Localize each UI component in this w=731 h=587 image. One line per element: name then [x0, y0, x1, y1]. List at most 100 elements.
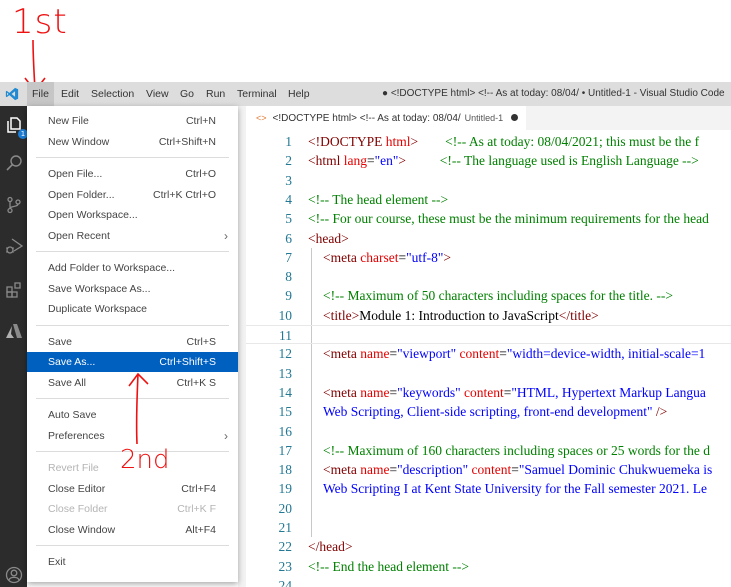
menu-item-label: Close Editor	[48, 482, 106, 495]
menu-item-exit[interactable]: Exit	[27, 552, 238, 572]
menu-file[interactable]: File	[27, 82, 54, 106]
sidebar-edge	[238, 106, 246, 587]
menu-item-open-recent[interactable]: Open Recent ›	[27, 226, 238, 246]
menu-item-save-workspace-as[interactable]: Save Workspace As...	[27, 279, 238, 299]
code-token: <!-- Maximum of 50 characters including …	[323, 288, 673, 304]
code-line[interactable]: 6 <head>	[246, 229, 731, 248]
code-line[interactable]: 14 <meta name="keywords" content="HTML, H…	[246, 383, 731, 402]
code-line[interactable]: 5 <!-- For our course, these must be the …	[246, 209, 731, 228]
code-token: </title>	[558, 307, 599, 323]
menu-item-shortcut: Ctrl+K F	[177, 503, 216, 515]
extensions-icon[interactable]	[5, 281, 23, 299]
vscode-logo-icon	[5, 87, 19, 101]
code-line[interactable]: 10 <title>Module 1: Introduction to JavaS…	[246, 306, 731, 325]
code-token: =	[389, 462, 398, 478]
menu-item-label: Save Workspace As...	[48, 282, 151, 295]
code-token: name	[360, 346, 390, 362]
menu-item-add-folder-to-workspace[interactable]: Add Folder to Workspace...	[27, 258, 238, 278]
code-editor[interactable]: 1 <!DOCTYPE html> <!-- As at today: 08/04…	[246, 130, 731, 587]
source-control-icon[interactable]	[5, 196, 23, 214]
code-line[interactable]: 20	[246, 499, 731, 518]
code-token: >	[443, 249, 451, 265]
menu-item-close-folder: Close Folder Ctrl+K F	[27, 499, 238, 519]
code-token: name	[360, 384, 390, 400]
code-text: <!-- For our course, these must be the m…	[308, 209, 709, 228]
menu-item-new-window[interactable]: New Window Ctrl+Shift+N	[27, 132, 238, 152]
menu-item-new-file[interactable]: New File Ctrl+N	[27, 111, 238, 131]
menu-go[interactable]: Go	[175, 82, 199, 106]
code-line[interactable]: 4 <!-- The head element -->	[246, 190, 731, 209]
tab-untitled-1[interactable]: <> <!DOCTYPE html> <!-- As at today: 08/0…	[246, 106, 527, 130]
code-text: <meta name="description" content="Samuel…	[323, 460, 712, 479]
code-line[interactable]: 21	[246, 518, 731, 537]
code-line[interactable]: 9 <!-- Maximum of 50 characters including…	[246, 286, 731, 305]
code-line[interactable]: 19 Web Scripting I at Kent State Universi…	[246, 479, 731, 498]
code-line[interactable]: 24	[246, 576, 731, 587]
menu-item-open-folder[interactable]: Open Folder... Ctrl+K Ctrl+O	[27, 185, 238, 205]
code-line[interactable]: 12 <meta name="viewport" content="width=d…	[246, 344, 731, 363]
menu-item-label: Save	[48, 335, 72, 348]
menu-item-duplicate-workspace[interactable]: Duplicate Workspace	[27, 299, 238, 319]
menu-item-save[interactable]: Save Ctrl+S	[27, 332, 238, 352]
line-number: 20	[278, 500, 293, 516]
code-line[interactable]: 18 <meta name="description" content="Samu…	[246, 460, 731, 479]
code-token: <!-- As at today: 08/04/2021; this must …	[445, 134, 700, 149]
code-text: <!-- Maximum of 160 characters including…	[323, 441, 710, 460]
code-line[interactable]: 13	[246, 364, 731, 383]
menu-item-open-file[interactable]: Open File... Ctrl+O	[27, 164, 238, 184]
code-line[interactable]: 16	[246, 422, 731, 441]
code-line[interactable]: 3	[246, 171, 731, 190]
menu-item-close-window[interactable]: Close Window Alt+F4	[27, 520, 238, 540]
menu-terminal[interactable]: Terminal	[232, 82, 282, 106]
line-number: 18	[278, 462, 293, 478]
code-line[interactable]: 8	[246, 267, 731, 286]
code-token: <!DOCTYPE	[308, 134, 386, 149]
code-token: "keywords"	[397, 384, 464, 400]
menu-view[interactable]: View	[141, 82, 174, 106]
menu-item-open-workspace[interactable]: Open Workspace...	[27, 205, 238, 225]
line-number: 5	[285, 211, 292, 227]
menu-item-shortcut: Ctrl+F4	[181, 482, 216, 495]
menu-item-label: Auto Save	[48, 409, 97, 421]
menu-item-save-as[interactable]: Save As... Ctrl+Shift+S	[27, 352, 238, 372]
code-line[interactable]: 11	[246, 325, 731, 345]
line-number: 24	[278, 577, 293, 587]
code-line[interactable]: 15 Web Scripting, Client-side scripting, …	[246, 402, 731, 421]
menu-separator	[36, 251, 229, 252]
menu-item-shortcut: Ctrl+S	[186, 335, 216, 348]
code-token: "en"	[374, 153, 399, 169]
code-token: "Samuel Dominic Chukwuemeka is	[518, 462, 713, 478]
menu-selection[interactable]: Selection	[86, 82, 139, 106]
line-number: 11	[279, 328, 292, 343]
tab-bar: <> <!DOCTYPE html> <!-- As at today: 08/0…	[246, 106, 731, 130]
menu-run[interactable]: Run	[201, 82, 230, 106]
account-icon[interactable]	[5, 566, 23, 584]
code-token: =	[389, 346, 398, 362]
azure-icon[interactable]	[5, 322, 23, 340]
line-number: 3	[285, 172, 292, 188]
line-number: 12	[278, 346, 293, 362]
menu-item-close-editor[interactable]: Close Editor Ctrl+F4	[27, 479, 238, 499]
line-number: 2	[285, 153, 292, 169]
line-number: 17	[278, 442, 293, 458]
code-text: <head>	[308, 229, 349, 248]
unsaved-dot-icon[interactable]	[511, 113, 519, 121]
annotation-area: 1st	[0, 0, 731, 93]
code-line[interactable]: 1 <!DOCTYPE html> <!-- As at today: 08/04…	[246, 132, 731, 151]
code-line[interactable]: 23 <!-- End the head element -->	[246, 557, 731, 576]
code-token: content	[471, 462, 512, 478]
run-debug-icon[interactable]	[5, 237, 23, 255]
code-token: >	[410, 134, 419, 149]
menu-item-shortcut: Ctrl+K S	[176, 376, 216, 389]
code-line[interactable]: 22 </head>	[246, 537, 731, 556]
code-token: <!-- End the head element -->	[308, 558, 470, 574]
file-menu: New File Ctrl+N New Window Ctrl+Shift+N Open…	[27, 106, 238, 582]
code-line[interactable]: 17 <!-- Maximum of 160 characters includi…	[246, 441, 731, 460]
code-line[interactable]: 7 <meta charset="utf-8">	[246, 248, 731, 267]
menu-help[interactable]: Help	[283, 82, 315, 106]
search-icon[interactable]	[5, 154, 23, 172]
code-line[interactable]: 2 <html lang="en"> <!-- The language used…	[246, 151, 731, 170]
menu-edit[interactable]: Edit	[56, 82, 84, 106]
menu-item-shortcut: Alt+F4	[185, 523, 216, 536]
menu-separator	[36, 545, 229, 546]
